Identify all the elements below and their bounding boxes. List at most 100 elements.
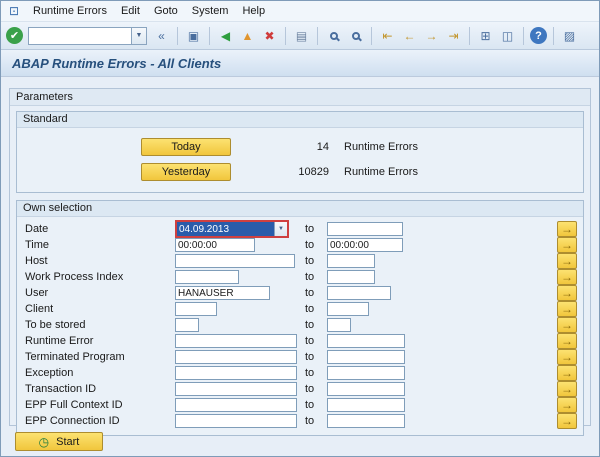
host-from-input[interactable] [175, 254, 295, 268]
menu-item-help[interactable]: Help [235, 3, 272, 19]
footer-row: ◷ Start [9, 432, 591, 451]
exception-to-input[interactable] [327, 366, 405, 380]
exception-multiselect-button[interactable]: → [557, 365, 577, 381]
host-label: Host [25, 255, 175, 267]
date-multiselect-button[interactable]: → [557, 221, 577, 237]
next-page-icon[interactable]: → [422, 26, 441, 45]
exit-icon[interactable]: ▲ [238, 26, 257, 45]
save-icon[interactable]: ▣ [184, 26, 203, 45]
command-dropdown-icon[interactable]: ▼ [132, 27, 147, 45]
new-session-icon[interactable]: ⊞ [476, 26, 495, 45]
client-from-input[interactable] [175, 302, 217, 316]
transaction-id-from-input[interactable] [175, 382, 297, 396]
user-multiselect-button[interactable]: → [557, 285, 577, 301]
find-icon[interactable] [324, 26, 343, 45]
to-label: to [303, 335, 327, 347]
runtime-error-to-input[interactable] [327, 334, 405, 348]
to-be-stored-from-input[interactable] [175, 318, 199, 332]
menu-item-edit[interactable]: Edit [114, 3, 147, 19]
to-be-stored-multiselect-button[interactable]: → [557, 317, 577, 333]
epp-connection-id-multiselect-button[interactable]: → [557, 413, 577, 429]
epp-connection-id-to-input[interactable] [327, 414, 405, 428]
menu-item-goto[interactable]: Goto [147, 3, 185, 19]
to-label: to [303, 303, 327, 315]
toolbar-separator [523, 27, 524, 45]
date-picker-icon[interactable]: ▼ [274, 222, 287, 236]
cancel-icon[interactable]: ✖ [260, 26, 279, 45]
terminated-program-from-input[interactable] [175, 350, 297, 364]
time-from-input[interactable] [175, 238, 255, 252]
to-label: to [303, 399, 327, 411]
print-icon[interactable]: ▤ [292, 26, 311, 45]
host-to-input[interactable] [327, 254, 375, 268]
selection-row-runtime-error: Runtime Errorto→ [25, 333, 578, 349]
selection-row-time: Timeto→ [25, 237, 578, 253]
runtime-error-multiselect-button[interactable]: → [557, 333, 577, 349]
work-process-index-label: Work Process Index [25, 271, 175, 283]
terminated-program-to-input[interactable] [327, 350, 405, 364]
date-to-input[interactable] [327, 222, 403, 236]
host-multiselect-button[interactable]: → [557, 253, 577, 269]
own-selection-rows: Date▼to→Timeto→Hostto→Work Process Index… [17, 217, 583, 435]
menu-item-runtime-errors[interactable]: Runtime Errors [26, 3, 114, 19]
create-shortcut-icon[interactable]: ◫ [498, 26, 517, 45]
first-page-icon[interactable]: ⇤ [378, 26, 397, 45]
time-to-input[interactable] [327, 238, 403, 252]
command-input[interactable] [28, 27, 132, 45]
transaction-id-label: Transaction ID [25, 383, 175, 395]
selection-row-epp-connection-id: EPP Connection IDto→ [25, 413, 578, 429]
epp-full-context-id-multiselect-button[interactable]: → [557, 397, 577, 413]
runtime-error-from-input[interactable] [175, 334, 297, 348]
selection-row-work-process-index: Work Process Indexto→ [25, 269, 578, 285]
transaction-id-to-input[interactable] [327, 382, 405, 396]
runtime-errors-label: Runtime Errors [344, 141, 418, 153]
time-multiselect-button[interactable]: → [557, 237, 577, 253]
selection-row-host: Hostto→ [25, 253, 578, 269]
own-selection-group-title: Own selection [17, 201, 583, 217]
today-button[interactable]: Today [141, 138, 231, 156]
client-to-input[interactable] [327, 302, 369, 316]
help-icon[interactable]: ? [530, 27, 547, 44]
terminated-program-multiselect-button[interactable]: → [557, 349, 577, 365]
user-to-input[interactable] [327, 286, 391, 300]
selection-row-epp-full-context-id: EPP Full Context IDto→ [25, 397, 578, 413]
epp-connection-id-from-input[interactable] [175, 414, 297, 428]
page-title: ABAP Runtime Errors - All Clients [1, 50, 599, 77]
exception-label: Exception [25, 367, 175, 379]
last-page-icon[interactable]: ⇥ [444, 26, 463, 45]
toolbar-separator [285, 27, 286, 45]
to-label: to [303, 287, 327, 299]
to-label: to [303, 351, 327, 363]
previous-page-icon[interactable]: ← [400, 26, 419, 45]
enter-icon[interactable]: ✔ [6, 27, 23, 44]
epp-full-context-id-from-input[interactable] [175, 398, 297, 412]
toolbar-separator [469, 27, 470, 45]
own-selection-groupbox: Own selection Date▼to→Timeto→Hostto→Work… [16, 200, 584, 436]
exception-from-input[interactable] [175, 366, 297, 380]
menu-item-system[interactable]: System [185, 3, 236, 19]
transaction-id-multiselect-button[interactable]: → [557, 381, 577, 397]
work-process-index-to-input[interactable] [327, 270, 375, 284]
date-from-input[interactable] [177, 222, 274, 236]
yesterday-button[interactable]: Yesterday [141, 163, 231, 181]
work-process-index-from-input[interactable] [175, 270, 239, 284]
system-menu-icon[interactable]: ⊡ [5, 4, 23, 19]
collapse-command-icon[interactable]: « [152, 26, 171, 45]
to-label: to [303, 415, 327, 427]
back-icon[interactable]: ◀ [216, 26, 235, 45]
user-from-input[interactable] [175, 286, 270, 300]
customize-layout-icon[interactable]: ▨ [560, 26, 579, 45]
find-next-icon[interactable] [346, 26, 365, 45]
toolbar-separator [553, 27, 554, 45]
toolbar-separator [209, 27, 210, 45]
standard-rows: Today14Runtime ErrorsYesterday10829Runti… [17, 128, 583, 192]
start-button[interactable]: ◷ Start [15, 432, 103, 451]
parameters-header: Parameters [10, 89, 590, 106]
to-be-stored-to-input[interactable] [327, 318, 351, 332]
to-label: to [303, 223, 327, 235]
client-multiselect-button[interactable]: → [557, 301, 577, 317]
screen-content: Parameters Standard Today14Runtime Error… [1, 77, 599, 456]
toolbar-separator [371, 27, 372, 45]
epp-full-context-id-to-input[interactable] [327, 398, 405, 412]
work-process-index-multiselect-button[interactable]: → [557, 269, 577, 285]
